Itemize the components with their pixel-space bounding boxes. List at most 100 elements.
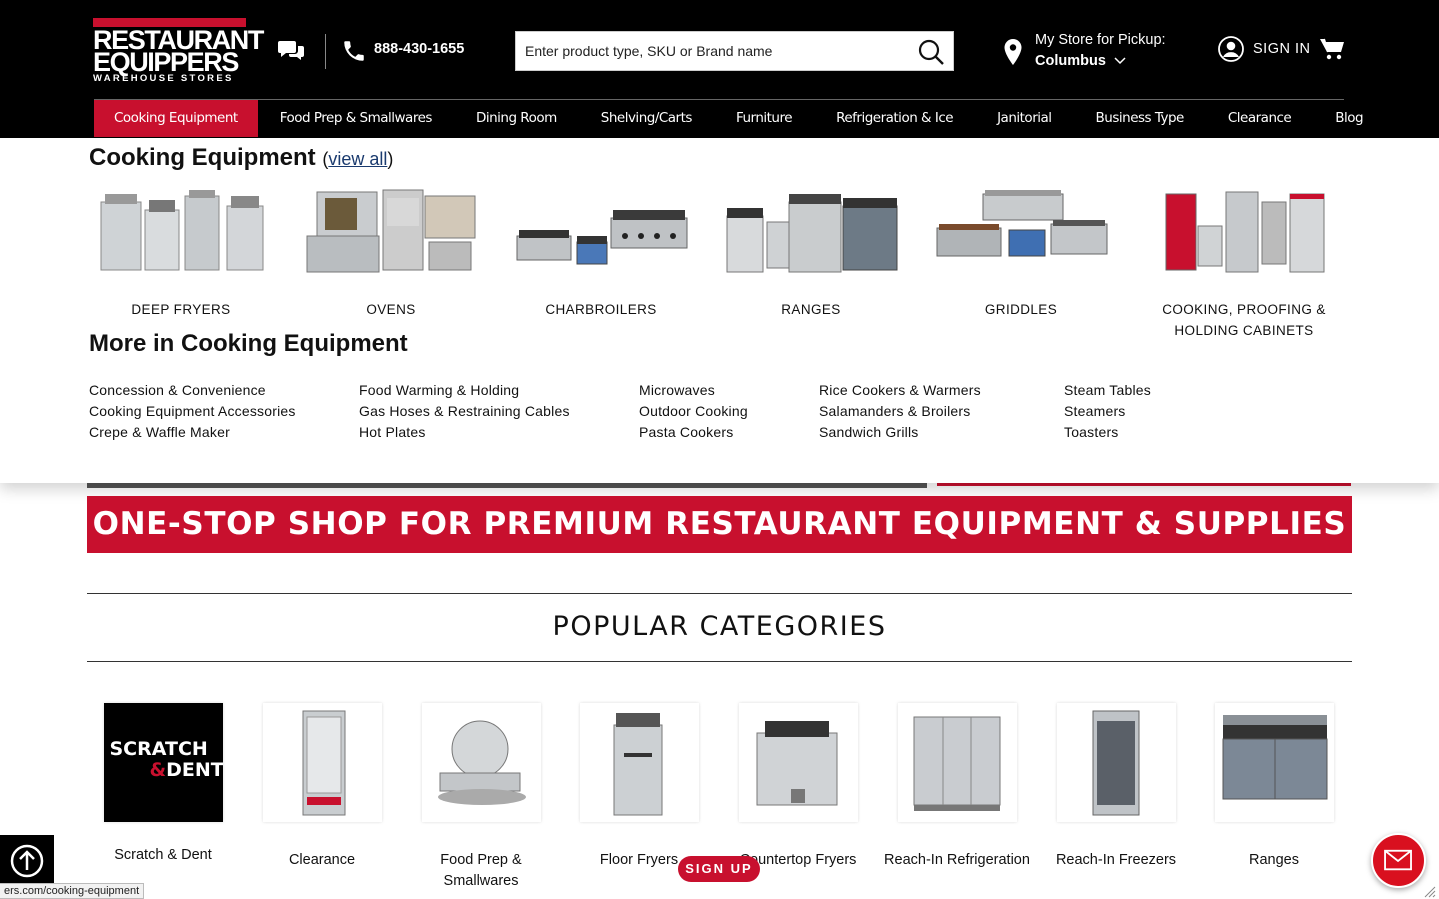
popular-reach-in-refrigeration[interactable]: Reach-In Refrigeration <box>882 703 1032 871</box>
popular-label: Clearance <box>288 852 356 868</box>
more-link[interactable]: Rice Cookers & Warmers <box>819 380 981 401</box>
more-section-title: More in Cooking Equipment <box>89 330 408 357</box>
search-icon[interactable] <box>917 38 945 66</box>
popular-floor-fryers[interactable]: Floor Fryers <box>564 703 714 871</box>
popular-scratch-dent[interactable]: SCRATCH &DENT Scratch & Dent <box>88 703 238 866</box>
clearance-cabinet-image <box>262 703 382 822</box>
nav-dining-room[interactable]: Dining Room <box>454 100 579 137</box>
category-griddles[interactable]: GRIDDLES <box>931 188 1111 320</box>
more-link[interactable]: Steamers <box>1064 401 1151 422</box>
popular-bottom-rule <box>87 661 1352 662</box>
category-charbroilers[interactable]: CHARBROILERS <box>511 188 691 320</box>
popular-ranges[interactable]: Ranges <box>1199 703 1349 871</box>
category-label: COOKING, PROOFING & HOLDING CABINETS <box>1162 302 1326 338</box>
popular-label: Reach-In Refrigeration <box>884 852 1030 868</box>
griddles-image <box>936 190 1108 257</box>
more-link[interactable]: Crepe & Waffle Maker <box>89 422 296 443</box>
site-logo[interactable]: RESTAURANT EQUIPPERS WAREHOUSE STORES <box>93 18 264 84</box>
mail-icon[interactable] <box>1371 833 1426 888</box>
logo-line3: WAREHOUSE STORES <box>93 73 234 84</box>
view-all-wrapper: (view all) <box>322 149 394 169</box>
nav-refrigeration[interactable]: Refrigeration & Ice <box>814 100 975 137</box>
store-selector[interactable]: Columbus <box>1035 53 1126 69</box>
nav-clearance[interactable]: Clearance <box>1206 100 1313 137</box>
more-link[interactable]: Outdoor Cooking <box>639 401 748 422</box>
popular-label: Food Prep & Smallwares <box>440 852 522 889</box>
more-link[interactable]: Salamanders & Broilers <box>819 401 981 422</box>
popular-reach-in-freezers[interactable]: Reach-In Freezers <box>1041 703 1191 871</box>
category-label: DEEP FRYERS <box>131 302 231 317</box>
charbroilers-image <box>516 210 688 265</box>
store-city: Columbus <box>1035 53 1106 69</box>
signin-link[interactable]: SIGN IN <box>1253 41 1310 57</box>
more-link[interactable]: Cooking Equipment Accessories <box>89 401 296 422</box>
resize-handle-icon[interactable] <box>1424 886 1436 898</box>
popular-food-prep[interactable]: Food Prep & Smallwares <box>406 703 556 892</box>
popular-label: Scratch & Dent <box>114 847 212 863</box>
nav-blog[interactable]: Blog <box>1313 100 1385 137</box>
more-column-4: Rice Cookers & Warmers Salamanders & Bro… <box>819 380 981 443</box>
reach-in-refrigerator-image <box>897 703 1017 822</box>
location-pin-icon <box>1004 39 1022 65</box>
view-all-link[interactable]: view all <box>328 149 387 169</box>
category-cabinets[interactable]: COOKING, PROOFING & HOLDING CABINETS <box>1154 188 1334 341</box>
more-link[interactable]: Gas Hoses & Restraining Cables <box>359 401 570 422</box>
user-account-icon[interactable] <box>1218 36 1244 62</box>
popular-top-rule <box>87 593 1352 594</box>
scroll-to-top-button[interactable] <box>0 835 54 887</box>
dent-text: DENT <box>166 759 223 781</box>
more-column-3: Microwaves Outdoor Cooking Pasta Cookers <box>639 380 748 443</box>
nav-business-type[interactable]: Business Type <box>1074 100 1206 137</box>
countertop-fryer-image <box>738 703 858 822</box>
ranges-image <box>726 194 898 273</box>
category-ovens[interactable]: OVENS <box>301 188 481 320</box>
cart-icon[interactable] <box>1319 37 1345 61</box>
popular-categories-title: POPULAR CATEGORIES <box>552 611 887 642</box>
category-label: CHARBROILERS <box>545 302 657 317</box>
popular-countertop-fryers[interactable]: Countertop Fryers <box>723 703 873 871</box>
mega-menu-title: Cooking Equipment (view all) <box>89 144 393 172</box>
more-link[interactable]: Concession & Convenience <box>89 380 296 401</box>
more-link[interactable]: Hot Plates <box>359 422 570 443</box>
chat-icon[interactable] <box>277 38 305 62</box>
phone-icon[interactable] <box>341 38 367 64</box>
phone-number[interactable]: 888-430-1655 <box>374 41 464 57</box>
more-link[interactable]: Pasta Cookers <box>639 422 748 443</box>
cabinets-image <box>1165 191 1325 273</box>
more-link[interactable]: Toasters <box>1064 422 1151 443</box>
popular-label: Reach-In Freezers <box>1055 852 1177 868</box>
reach-in-freezer-image <box>1056 703 1176 822</box>
more-link[interactable]: Food Warming & Holding <box>359 380 570 401</box>
category-label: GRIDDLES <box>984 302 1058 317</box>
more-link[interactable]: Sandwich Grills <box>819 422 981 443</box>
store-label: My Store for Pickup: <box>1035 32 1166 48</box>
range-image <box>1214 703 1334 822</box>
category-deep-fryers[interactable]: DEEP FRYERS <box>91 188 271 320</box>
popular-clearance[interactable]: Clearance <box>247 703 397 871</box>
floor-fryer-image <box>579 703 699 822</box>
popular-label: Ranges <box>1249 852 1299 868</box>
more-column-1: Concession & Convenience Cooking Equipme… <box>89 380 296 443</box>
chevron-down-icon <box>1114 57 1126 65</box>
nav-furniture[interactable]: Furniture <box>714 100 814 137</box>
mega-menu-heading: Cooking Equipment <box>89 144 316 171</box>
more-link[interactable]: Microwaves <box>639 380 748 401</box>
promo-banner: ONE-STOP SHOP FOR PREMIUM RESTAURANT EQU… <box>87 496 1352 553</box>
signup-button[interactable]: SIGN UP <box>678 856 760 882</box>
nav-janitorial[interactable]: Janitorial <box>975 100 1073 137</box>
more-link[interactable]: Steam Tables <box>1064 380 1151 401</box>
browser-status-url: ers.com/cooking-equipment <box>0 883 145 899</box>
deep-fryers-image <box>100 190 264 271</box>
nav-food-prep[interactable]: Food Prep & Smallwares <box>258 100 454 137</box>
site-header: RESTAURANT EQUIPPERS WAREHOUSE STORES 88… <box>0 0 1439 138</box>
search-box <box>515 31 954 71</box>
ovens-image <box>306 189 476 273</box>
nav-cooking-equipment[interactable]: Cooking Equipment <box>94 100 258 137</box>
nav-shelving-carts[interactable]: Shelving/Carts <box>579 100 714 137</box>
scratch-text: SCRATCH <box>109 738 208 760</box>
more-column-5: Steam Tables Steamers Toasters <box>1064 380 1151 443</box>
category-label: RANGES <box>781 302 841 317</box>
header-divider <box>325 34 326 69</box>
search-input[interactable] <box>525 40 905 62</box>
category-ranges[interactable]: RANGES <box>721 188 901 320</box>
